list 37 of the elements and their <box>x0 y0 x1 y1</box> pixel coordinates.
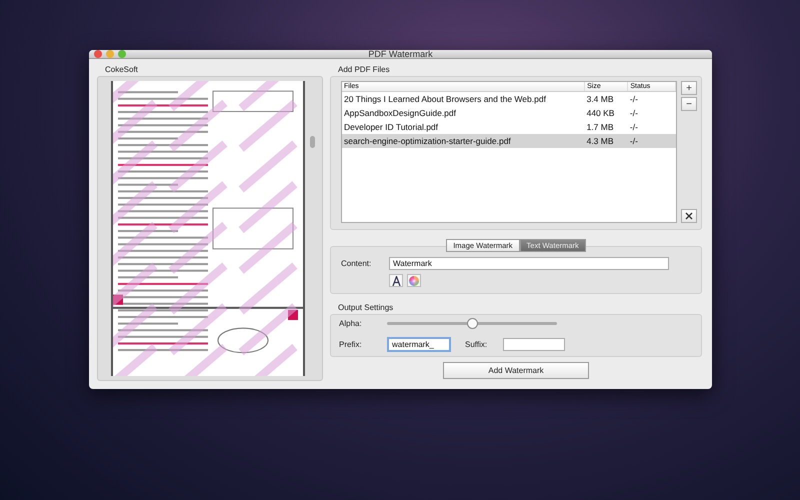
remove-button[interactable]: − <box>681 97 697 111</box>
prefix-field[interactable]: watermark_ <box>387 337 451 352</box>
slider-thumb[interactable] <box>467 318 478 329</box>
window-title: PDF Watermark <box>368 50 433 59</box>
prefix-label: Prefix: <box>339 340 363 349</box>
color-button[interactable] <box>407 274 421 287</box>
table-cell[interactable]: 1.7 MB <box>584 120 628 134</box>
add-watermark-button[interactable]: Add Watermark <box>443 362 589 379</box>
clear-button[interactable] <box>681 209 697 223</box>
alpha-label: Alpha: <box>339 319 363 328</box>
table-cell[interactable]: search-engine-optimization-starter-guide.pdf <box>342 134 585 148</box>
preview-label: CokeSoft <box>104 64 139 76</box>
scrollbar-thumb[interactable] <box>310 136 315 148</box>
table-cell[interactable]: Developer ID Tutorial.pdf <box>342 120 585 134</box>
table-cell[interactable]: 440 KB <box>584 106 628 120</box>
output-settings-label: Output Settings <box>337 302 394 314</box>
font-button[interactable] <box>389 274 403 287</box>
minimize-icon[interactable] <box>106 50 114 58</box>
close-icon[interactable] <box>94 50 102 58</box>
suffix-field[interactable] <box>503 338 565 351</box>
table-cell[interactable]: -/- <box>628 134 676 148</box>
letter-a-icon <box>392 276 400 286</box>
suffix-label: Suffix: <box>465 340 488 349</box>
add-button[interactable]: + <box>681 81 697 95</box>
content-label: Content: <box>341 259 372 268</box>
table-cell[interactable]: 20 Things I Learned About Browsers and the Web.pdf <box>342 92 585 106</box>
close-icon <box>685 212 693 220</box>
color-wheel-icon <box>409 276 419 286</box>
table-cell[interactable]: -/- <box>628 120 676 134</box>
content-field[interactable]: Watermark <box>389 257 669 270</box>
table-cell[interactable]: 3.4 MB <box>584 92 628 106</box>
table-cell[interactable]: -/- <box>628 92 676 106</box>
zoom-icon[interactable] <box>118 50 126 58</box>
table-cell[interactable]: AppSandboxDesignGuide.pdf <box>342 106 585 120</box>
files-label: Add PDF Files <box>337 64 391 76</box>
table-cell[interactable]: -/- <box>628 106 676 120</box>
table-cell[interactable]: 4.3 MB <box>584 134 628 148</box>
